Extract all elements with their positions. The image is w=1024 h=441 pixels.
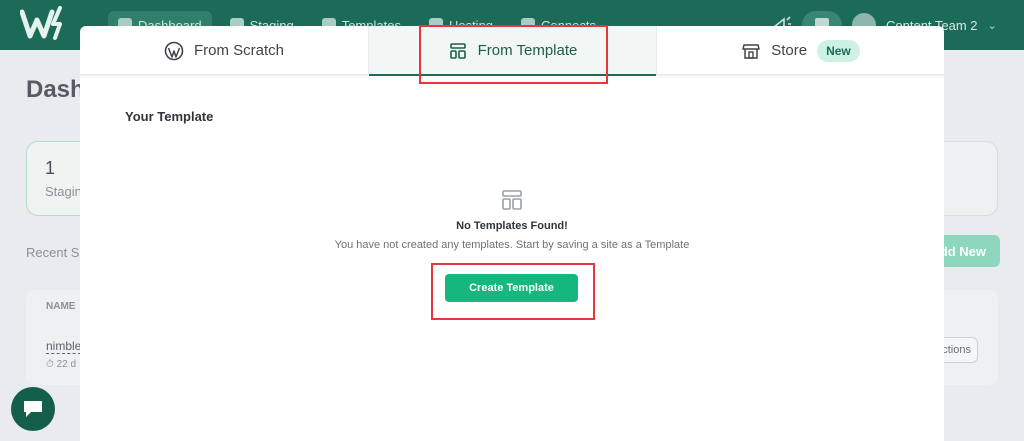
stat-number: 1 (45, 158, 56, 178)
page-title: Dash (26, 76, 85, 103)
chevron-down-icon[interactable]: ⌄ (988, 19, 997, 32)
tab-label: Store (771, 42, 808, 59)
logo-icon[interactable] (20, 6, 74, 44)
tab-store[interactable]: Store New (656, 26, 944, 75)
tab-label: From Scratch (193, 42, 284, 59)
modal-tabs: From Scratch From Template Store New (80, 26, 944, 76)
tab-from-scratch[interactable]: From Scratch (80, 26, 368, 75)
recent-sites-label: Recent S (26, 245, 80, 260)
wordpress-icon (164, 41, 184, 60)
table-header-name: NAME (46, 301, 76, 312)
empty-state-description: You have not created any templates. Star… (334, 239, 690, 251)
new-badge: New (817, 39, 860, 62)
chat-button[interactable] (11, 387, 55, 431)
site-name-link[interactable]: nimble (46, 339, 82, 354)
site-meta: ⏱ 22 d (46, 359, 76, 370)
create-template-button[interactable]: Create Template (445, 274, 578, 302)
new-site-modal: From Scratch From Template Store New You… (80, 26, 944, 441)
store-icon (742, 43, 760, 59)
empty-state-title: No Templates Found! (456, 220, 568, 232)
tab-from-template[interactable]: From Template (368, 26, 656, 76)
stat-label: Stagin (45, 184, 82, 199)
tab-label: From Template (477, 42, 578, 59)
template-icon (449, 42, 466, 59)
clock-icon: ⏱ (46, 359, 54, 370)
section-title: Your Template (125, 109, 214, 124)
template-empty-icon (502, 190, 522, 210)
site-age: 22 d (56, 359, 77, 370)
chat-icon (24, 401, 42, 417)
